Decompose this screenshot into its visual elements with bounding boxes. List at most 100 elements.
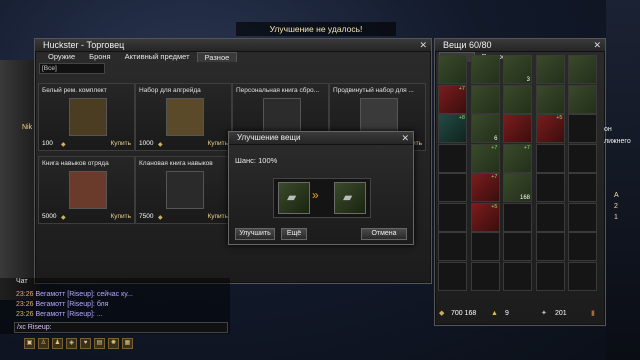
inventory-slot[interactable]: +5 xyxy=(470,202,500,232)
inventory-slot[interactable] xyxy=(438,261,467,291)
chat-line: 23:26 Вегамотт [Risеup]: бля xyxy=(16,301,109,308)
close-icon[interactable]: ✕ xyxy=(401,132,409,144)
inventory-slot[interactable] xyxy=(438,173,467,202)
inventory-slot[interactable]: +7 xyxy=(470,173,500,202)
upgrade-level: +5 xyxy=(556,115,563,121)
category-filter[interactable]: [Все] xyxy=(39,63,105,74)
tab-active-item[interactable]: Активный предмет xyxy=(118,52,197,62)
upgrade-chance: Шанс: 100% xyxy=(235,156,278,165)
inventory-slot[interactable]: +7 xyxy=(438,84,467,114)
inventory-titlebar[interactable]: Вещи 60/80 ✕ xyxy=(435,39,605,52)
inventory-slot[interactable] xyxy=(535,55,565,84)
inventory-slot[interactable] xyxy=(438,55,467,84)
stack-count: 168 xyxy=(519,195,530,201)
inventory-slot[interactable]: +5 xyxy=(535,114,565,143)
heart-icon[interactable]: ♥ xyxy=(80,338,91,349)
trash-icon[interactable]: ▮ xyxy=(591,307,595,321)
inventory-slot[interactable]: +7 xyxy=(470,143,500,173)
inventory-slot[interactable] xyxy=(568,232,597,261)
inventory-slot[interactable] xyxy=(568,84,597,114)
stack-count: 3 xyxy=(526,77,530,83)
all-button[interactable]: Ещё xyxy=(281,228,307,240)
inventory-slot[interactable] xyxy=(438,232,467,261)
tab-misc[interactable]: Разное xyxy=(196,52,238,62)
inventory-slot[interactable] xyxy=(535,232,565,261)
inventory-slot[interactable]: +8 xyxy=(438,114,467,143)
upgrade-button[interactable]: Улучшить xyxy=(235,228,275,240)
gear-icon[interactable]: ✺ xyxy=(108,338,119,349)
marker-a: A xyxy=(614,192,619,199)
upgrade-level: +8 xyxy=(458,115,465,121)
chat-tab[interactable]: Чат xyxy=(16,278,28,285)
inventory-slot[interactable] xyxy=(503,114,532,143)
upgrade-titlebar[interactable]: Улучшение вещи ✕ xyxy=(229,132,413,145)
side-markers: A 2 1 xyxy=(614,190,619,223)
cancel-button[interactable]: Отмена xyxy=(361,228,407,240)
inventory-slot[interactable] xyxy=(568,114,597,143)
chat-input[interactable]: /хс Risеup: xyxy=(14,322,228,333)
inventory-slot[interactable] xyxy=(535,202,565,232)
inventory-slot[interactable] xyxy=(470,232,500,261)
inventory-slot[interactable] xyxy=(470,55,500,84)
upgrade-failed-notice: Улучшение не удалось! xyxy=(236,22,396,36)
person-icon[interactable]: ♙ xyxy=(38,338,49,349)
inventory-slot[interactable] xyxy=(438,202,467,232)
shop-item-card[interactable]: Белый рем. комплект 100 ◆ Купить xyxy=(38,83,135,151)
item-icon xyxy=(166,98,204,136)
inventory-slot[interactable]: 168 xyxy=(503,173,532,202)
inventory-slot[interactable] xyxy=(568,55,597,84)
parts-icon: ✦ xyxy=(541,310,547,317)
item-name: Продвинутый набор для ... xyxy=(333,87,414,94)
inventory-slot[interactable] xyxy=(470,84,500,114)
inventory-slot[interactable] xyxy=(535,261,565,291)
inventory-slot[interactable] xyxy=(503,202,532,232)
inventory-slot[interactable] xyxy=(568,143,597,173)
shop-item-card[interactable]: Книга навыков отряда 5000 ◆ Купить xyxy=(38,156,135,224)
source-item-slot[interactable]: ▰ xyxy=(278,182,310,214)
trader-tabs: Оружие Броня Активный предмет Разное xyxy=(35,52,431,62)
shop-item-card[interactable]: Набор для апгрейда 1000 ◆ Купить xyxy=(135,83,232,151)
shop-item-card[interactable]: Клановая книга навыков 7500 ◆ Купить xyxy=(135,156,232,224)
upgrade-level: +7 xyxy=(491,144,498,151)
upgrade-title: Улучшение вещи xyxy=(237,133,301,142)
inventory-slot[interactable] xyxy=(503,232,532,261)
inventory-slot[interactable] xyxy=(535,84,565,114)
ammo-icon: ▲ xyxy=(491,310,498,317)
close-icon[interactable]: ✕ xyxy=(593,39,601,51)
money-amount: 700 168 xyxy=(451,310,477,317)
close-icon[interactable]: ✕ xyxy=(419,39,427,51)
result-item-slot: ▰ xyxy=(334,182,366,214)
buy-button[interactable]: Купить xyxy=(207,140,228,147)
map-icon[interactable]: ▦ xyxy=(122,338,133,349)
buy-button[interactable]: Купить xyxy=(207,213,228,220)
right-edge-scenery xyxy=(606,0,640,360)
inventory-slot[interactable] xyxy=(568,202,597,232)
inventory-slot[interactable] xyxy=(535,173,565,202)
inventory-slot[interactable] xyxy=(470,261,500,291)
upgrade-level: +7 xyxy=(523,144,530,151)
item-price: 5000 xyxy=(42,213,57,220)
inventory-slot[interactable]: 6 xyxy=(470,114,500,143)
group-icon[interactable]: ♟ xyxy=(52,338,63,349)
upgrade-dialog: Улучшение вещи ✕ Шанс: 100% ▰ » ▰ Улучши… xyxy=(228,131,414,245)
inventory-slot[interactable] xyxy=(535,143,565,173)
box-icon[interactable]: ▤ xyxy=(94,338,105,349)
bag-icon[interactable]: ▣ xyxy=(24,338,35,349)
item-price: 1000 xyxy=(139,140,154,147)
inventory-slot[interactable]: +7 xyxy=(503,143,532,173)
upgrade-level: +7 xyxy=(458,85,465,92)
tab-armor[interactable]: Броня xyxy=(82,52,117,62)
item-icon xyxy=(69,98,107,136)
inventory-slot[interactable] xyxy=(503,261,532,291)
buy-button[interactable]: Купить xyxy=(110,213,131,220)
shield-icon[interactable]: ◈ xyxy=(66,338,77,349)
inventory-slot[interactable] xyxy=(568,261,597,291)
tab-weapons[interactable]: Оружие xyxy=(41,52,82,62)
inventory-slot[interactable] xyxy=(438,143,467,173)
inventory-slot[interactable] xyxy=(503,84,532,114)
buy-button[interactable]: Купить xyxy=(110,140,131,147)
trader-titlebar[interactable]: Huckster - Торговец ✕ xyxy=(35,39,431,52)
inventory-slot[interactable]: 3 xyxy=(503,55,532,84)
coin-icon: ◆ xyxy=(61,142,66,148)
inventory-slot[interactable] xyxy=(568,173,597,202)
